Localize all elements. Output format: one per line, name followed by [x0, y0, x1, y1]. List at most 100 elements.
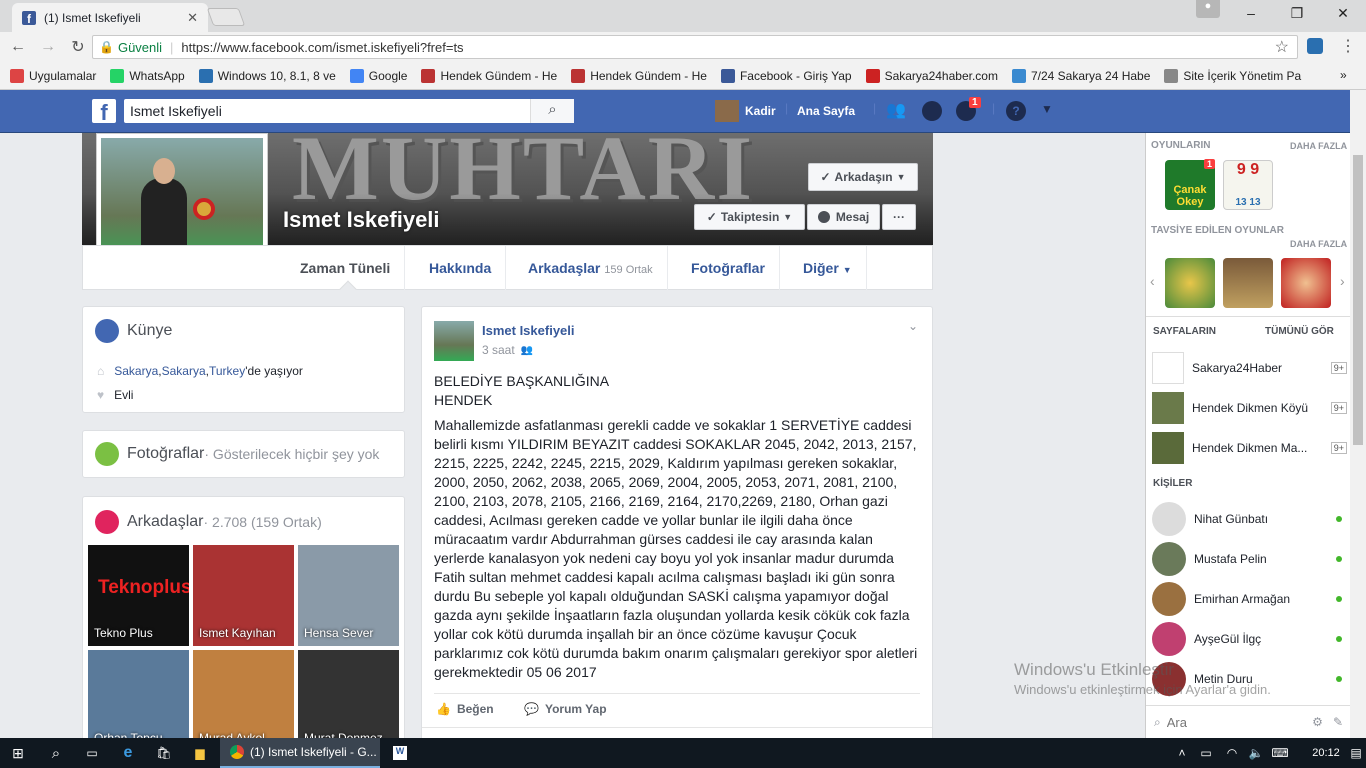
- back-arrow-icon[interactable]: ←: [6, 38, 30, 56]
- contact-item[interactable]: Metin Duru: [1152, 661, 1342, 697]
- facebook-search-input[interactable]: Ismet Iskefiyeli ⌕: [124, 99, 574, 123]
- keyboard-icon[interactable]: ⌨: [1270, 738, 1290, 768]
- new-message-icon[interactable]: ✎: [1333, 715, 1343, 729]
- friend-tile[interactable]: Murat Donmez: [298, 650, 399, 738]
- forward-arrow-icon[interactable]: →: [36, 38, 60, 56]
- profile-link[interactable]: Kadir: [745, 104, 776, 118]
- tab-photos[interactable]: Fotoğraflar: [677, 246, 780, 290]
- post-author[interactable]: Ismet Iskefiyeli: [482, 323, 575, 338]
- tab-friends[interactable]: Arkadaşlar 159 Ortak: [514, 246, 668, 290]
- bookmarks-overflow-button[interactable]: »: [1334, 68, 1347, 82]
- follow-button[interactable]: ✓ Takiptesin ▼: [694, 204, 805, 230]
- search-button[interactable]: ⌕: [530, 99, 574, 123]
- home-link[interactable]: Ana Sayfa: [797, 104, 855, 118]
- user-avatar[interactable]: [715, 100, 739, 122]
- tab-about[interactable]: Hakkında: [415, 246, 507, 290]
- messenger-icon[interactable]: [922, 101, 942, 121]
- page-item[interactable]: Sakarya24Haber 9+: [1152, 351, 1347, 385]
- bookmark-item[interactable]: Hendek Gündem - He: [421, 68, 557, 83]
- wifi-icon[interactable]: ◠: [1222, 738, 1242, 768]
- bookmark-item[interactable]: Windows 10, 8.1, 8 ve: [198, 68, 336, 83]
- game-okey-tiles[interactable]: 9 9 13 13: [1223, 160, 1273, 210]
- close-window-button[interactable]: ✕: [1320, 0, 1366, 28]
- chevron-left-icon[interactable]: ‹: [1150, 273, 1155, 289]
- facebook-logo-icon[interactable]: f: [92, 99, 116, 123]
- game-pirate[interactable]: [1281, 258, 1331, 308]
- bookmark-item[interactable]: WhatsApp: [110, 68, 185, 83]
- page-item[interactable]: Hendek Dikmen Köyü 9+: [1152, 391, 1347, 425]
- page-scrollbar[interactable]: [1350, 90, 1366, 738]
- location-link-3[interactable]: Turkey: [209, 364, 245, 378]
- store-icon[interactable]: 🛍: [146, 738, 182, 768]
- bookmark-star-icon[interactable]: ☆: [1275, 37, 1289, 57]
- account-menu-icon[interactable]: ▼: [1041, 102, 1053, 116]
- chat-settings-gear-icon[interactable]: ⚙: [1312, 715, 1323, 729]
- friend-requests-icon[interactable]: 👥: [886, 100, 906, 120]
- page-item[interactable]: Hendek Dikmen Ma... 9+: [1152, 431, 1347, 465]
- online-status-icon: [1336, 516, 1342, 522]
- contact-item[interactable]: Nihat Günbatı: [1152, 501, 1342, 537]
- file-explorer-icon[interactable]: ▆: [182, 738, 218, 768]
- minimize-button[interactable]: –: [1228, 0, 1274, 28]
- contact-item[interactable]: Emirhan Armağan: [1152, 581, 1342, 617]
- friend-tile[interactable]: Murad Aykol: [193, 650, 294, 738]
- post-author-avatar[interactable]: [434, 321, 474, 361]
- friend-tile[interactable]: Hensa Sever: [298, 545, 399, 646]
- message-button[interactable]: Mesaj: [807, 204, 880, 230]
- recommended-more-link[interactable]: DAHA FAZLA: [1290, 239, 1347, 249]
- post-options-chevron-icon[interactable]: ⌄: [908, 319, 918, 333]
- search-icon[interactable]: ⌕: [38, 738, 74, 768]
- bookmark-item[interactable]: Sakarya24haber.com: [865, 68, 998, 83]
- user-profile-icon[interactable]: ●: [1196, 0, 1220, 18]
- pages-see-all-link[interactable]: TÜMÜNÜ GÖR: [1265, 326, 1334, 337]
- chat-search-input[interactable]: [1166, 714, 1287, 730]
- contact-item[interactable]: AyşeGül İlgç: [1152, 621, 1342, 657]
- address-bar[interactable]: 🔒 Güvenli | https://www.facebook.com/ism…: [92, 35, 1298, 59]
- bookmark-item[interactable]: 7/24 Sakarya 24 Habe: [1011, 68, 1150, 83]
- task-view-icon[interactable]: ▭: [74, 738, 110, 768]
- profile-page: MUHTARI Ismet Iskefiyeli ✓ Arkadaşın ▼ ✓…: [0, 133, 1145, 738]
- more-options-button[interactable]: ···: [882, 204, 916, 230]
- photos-title[interactable]: Fotoğraflar: [127, 445, 204, 463]
- reload-icon[interactable]: ↻: [66, 37, 90, 57]
- scrollbar-thumb[interactable]: [1353, 155, 1363, 445]
- help-icon[interactable]: ?: [1006, 101, 1026, 121]
- bookmark-item[interactable]: Site İçerik Yönetim Pa: [1164, 68, 1301, 83]
- edge-icon[interactable]: e: [110, 738, 146, 768]
- action-center-icon[interactable]: ▤: [1346, 738, 1366, 768]
- maximize-button[interactable]: ❐: [1274, 0, 1320, 28]
- tab-more[interactable]: Diğer ▼: [789, 246, 867, 290]
- friend-tile[interactable]: Teknoplus Tekno Plus: [88, 545, 189, 646]
- game-marble[interactable]: [1165, 258, 1215, 308]
- game-monster-truck[interactable]: [1223, 258, 1273, 308]
- post-time[interactable]: 3 saat: [482, 343, 515, 357]
- chrome-menu-icon[interactable]: ⋮: [1340, 36, 1356, 56]
- taskbar-chrome-item[interactable]: (1) Ismet Iskefiyeli - G...: [220, 738, 380, 768]
- word-icon[interactable]: W: [384, 738, 416, 768]
- bookmark-item[interactable]: Google: [349, 68, 407, 83]
- friend-tile[interactable]: Ismet Kayıhan: [193, 545, 294, 646]
- like-button[interactable]: 👍 Beğen: [436, 702, 494, 716]
- location-link-2[interactable]: Sakarya: [162, 364, 206, 378]
- browser-tab-active[interactable]: f (1) Ismet Iskefiyeli ✕: [12, 3, 208, 32]
- game-badge: 1: [1204, 159, 1216, 169]
- battery-icon[interactable]: ▭: [1196, 738, 1216, 768]
- tab-timeline[interactable]: Zaman Tüneli: [286, 246, 406, 298]
- friends-title[interactable]: Arkadaşlar: [127, 513, 203, 531]
- new-tab-button[interactable]: [206, 8, 246, 26]
- windows-start-icon[interactable]: ⊞: [0, 738, 36, 768]
- tab-close-icon[interactable]: ✕: [187, 10, 198, 26]
- friend-tile[interactable]: Orhan Topcu: [88, 650, 189, 738]
- comment-button[interactable]: 💬 Yorum Yap: [524, 702, 607, 716]
- bookmark-item[interactable]: Uygulamalar: [10, 68, 96, 83]
- friend-status-button[interactable]: ✓ Arkadaşın ▼: [808, 163, 918, 191]
- games-more-link[interactable]: DAHA FAZLA: [1290, 141, 1347, 151]
- bookmark-item[interactable]: Hendek Gündem - He: [571, 68, 707, 83]
- contact-item[interactable]: Mustafa Pelin: [1152, 541, 1342, 577]
- location-link-1[interactable]: Sakarya: [114, 364, 158, 378]
- chevron-right-icon[interactable]: ›: [1340, 273, 1345, 289]
- tray-chevron-icon[interactable]: ˄: [1172, 738, 1192, 768]
- bookmark-item[interactable]: Facebook - Giriş Yap: [720, 68, 852, 83]
- volume-icon[interactable]: 🔈: [1246, 738, 1266, 768]
- extension-icon[interactable]: [1307, 38, 1323, 54]
